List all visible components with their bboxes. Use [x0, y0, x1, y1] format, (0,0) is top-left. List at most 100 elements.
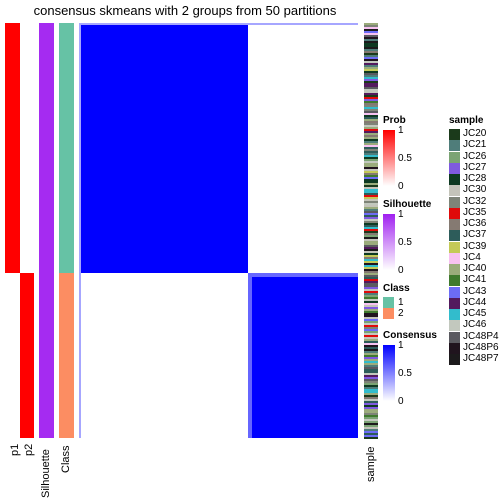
sample-cell	[364, 181, 378, 183]
sample-cell	[364, 363, 378, 365]
sample-cell	[364, 63, 378, 65]
sample-cell	[364, 197, 378, 199]
sample-cell	[364, 315, 378, 317]
sample-cell	[364, 259, 378, 261]
sample-cell	[364, 323, 378, 325]
sample-cell	[364, 373, 378, 375]
sample-swatch	[449, 219, 460, 230]
sample-legend-label: JC21	[463, 139, 487, 151]
sample-cell	[364, 401, 378, 403]
sample-cell	[364, 405, 378, 407]
sample-cell	[364, 177, 378, 179]
sample-cell	[364, 53, 378, 55]
consensus-cell	[248, 23, 358, 273]
sample-cell	[364, 57, 378, 59]
sample-swatch	[449, 129, 460, 140]
sample-swatch	[449, 185, 460, 197]
sample-legend-title: sample	[449, 115, 484, 126]
class-1-label: 1	[398, 297, 404, 308]
sample-cell	[364, 367, 378, 369]
sample-cell	[364, 145, 378, 147]
sample-cell	[364, 383, 378, 385]
sample-cell	[364, 249, 378, 251]
sample-cell	[364, 283, 378, 285]
sample-cell	[364, 51, 378, 53]
sample-legend-label: JC48P7	[463, 353, 499, 364]
sample-swatch	[449, 331, 460, 343]
silhouette-colorbar	[383, 214, 395, 270]
sample-cell	[364, 379, 378, 381]
sample-cell	[364, 183, 378, 185]
sample-cell	[364, 187, 378, 189]
sample-cell	[364, 277, 378, 279]
sample-legend-label: JC40	[463, 263, 487, 274]
sample-cell	[364, 97, 378, 99]
sample-cell	[364, 337, 378, 339]
class-2-label: 2	[398, 308, 404, 319]
sample-cell	[364, 295, 378, 297]
sample-cell	[364, 435, 378, 437]
sample-cell	[364, 359, 378, 361]
sample-cell	[364, 161, 378, 163]
sample-cell	[364, 347, 378, 349]
sample-cell	[364, 243, 378, 245]
sample-cell	[364, 349, 378, 351]
sample-cell	[364, 95, 378, 97]
sample-cell	[364, 45, 378, 47]
sample-cell	[364, 167, 378, 169]
sample-swatch	[449, 196, 460, 208]
sample-cell	[364, 353, 378, 355]
sample-cell	[364, 129, 378, 131]
sample-swatch	[449, 286, 460, 298]
sample-cell	[364, 241, 378, 243]
sample-cell	[364, 193, 378, 195]
sample-legend-label: JC27	[463, 161, 487, 173]
sample-cell	[364, 151, 378, 153]
sample-cell	[364, 211, 378, 213]
sample-cell	[364, 237, 378, 239]
sample-legend-label: JC30	[463, 184, 487, 196]
sample-cell	[364, 217, 378, 219]
sample-cell	[364, 93, 378, 95]
sample-cell	[364, 267, 378, 269]
sample-cell	[364, 335, 378, 337]
sample-cell	[364, 375, 378, 377]
consensus-tick: 1	[398, 340, 404, 351]
sample-cell	[364, 163, 378, 165]
sample-legend-label: JC45	[463, 308, 487, 319]
sample-cell	[364, 331, 378, 333]
sample-cell	[364, 371, 378, 373]
sample-cell	[364, 113, 378, 115]
sample-cell	[364, 341, 378, 343]
consensus-edge	[248, 273, 252, 438]
sample-cell	[364, 77, 378, 79]
sample-cell	[364, 189, 378, 191]
sample-cell	[364, 387, 378, 389]
sample-cell	[364, 281, 378, 283]
sample-cell	[364, 285, 378, 287]
sample-cell	[364, 231, 378, 233]
silhouette-tick: 0	[398, 265, 404, 276]
sample-cell	[364, 135, 378, 137]
class-cell	[59, 23, 74, 273]
p1-cell	[5, 23, 20, 273]
sample-cell	[364, 225, 378, 227]
sample-cell	[364, 137, 378, 139]
sample-cell	[364, 235, 378, 237]
sample-cell	[364, 255, 378, 257]
sample-cell	[364, 73, 378, 75]
sample-legend-label: JC28	[463, 173, 487, 184]
sample-cell	[364, 103, 378, 105]
sample-legend-label: JC39	[463, 240, 487, 252]
sample-cell	[364, 239, 378, 241]
sample-cell	[364, 55, 378, 57]
sample-cell	[364, 71, 378, 73]
sample-cell	[364, 105, 378, 107]
sample-cell	[364, 303, 378, 305]
chart-title: consensus skmeans with 2 groups from 50 …	[33, 3, 337, 18]
sample-cell	[364, 305, 378, 307]
sample-cell	[364, 431, 378, 433]
sample-cell	[364, 251, 378, 253]
p2-cell	[20, 273, 34, 438]
sample-cell	[364, 253, 378, 255]
